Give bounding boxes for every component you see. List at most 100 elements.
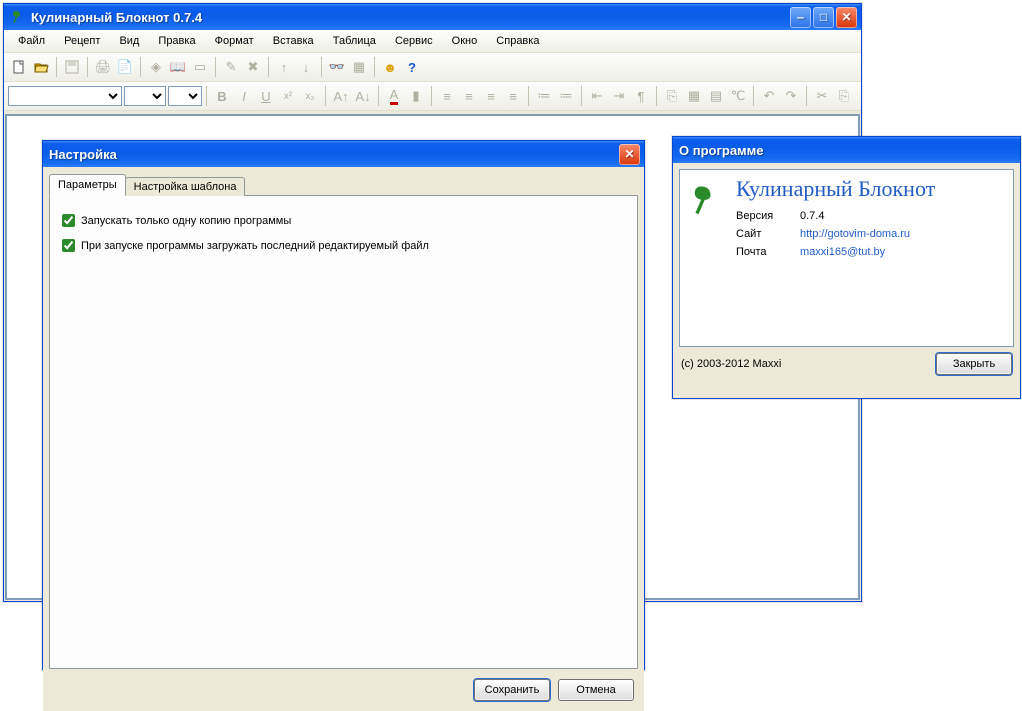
menu-format[interactable]: Формат [207, 33, 262, 49]
align-center-icon[interactable]: ≡ [458, 85, 480, 107]
menu-help[interactable]: Справка [488, 33, 547, 49]
superscript-icon[interactable]: x² [277, 85, 299, 107]
delete-icon[interactable]: ✖ [242, 56, 264, 78]
bold-icon[interactable]: B [211, 85, 233, 107]
settings-titlebar[interactable]: Настройка ✕ [43, 141, 644, 167]
opt-single-instance-label: Запускать только одну копию программы [81, 215, 291, 227]
list-bullets-icon[interactable]: ≔ [533, 85, 555, 107]
menu-recipe[interactable]: Рецепт [56, 33, 108, 49]
about-app-name: Кулинарный Блокнот [736, 176, 935, 202]
toolbar-separator [325, 86, 326, 106]
menu-view[interactable]: Вид [111, 33, 147, 49]
smiley-icon[interactable]: ☻ [379, 56, 401, 78]
new-icon[interactable] [8, 56, 30, 78]
toolbar-separator [528, 86, 529, 106]
toolbar-separator [321, 57, 322, 77]
menu-insert[interactable]: Вставка [265, 33, 322, 49]
down-icon[interactable]: ↓ [295, 56, 317, 78]
print-icon[interactable]: 🖨 [92, 56, 114, 78]
insert-grid-icon[interactable]: ▤ [705, 85, 727, 107]
page-icon[interactable]: ▭ [189, 56, 211, 78]
font-combo[interactable] [124, 86, 166, 106]
about-version-label: Версия [736, 210, 792, 222]
about-version-value: 0.7.4 [800, 210, 935, 222]
about-mail-label: Почта [736, 246, 792, 258]
settings-title: Настройка [49, 147, 619, 162]
binoculars-icon[interactable]: 👓 [326, 56, 348, 78]
calendar-icon[interactable]: ▦ [348, 56, 370, 78]
insert-link-icon[interactable]: ⎘ [661, 85, 683, 107]
toolbar-2: B I U x² x₂ A↑ A↓ A ▮ ≡ ≡ ≡ ≡ ≔ ≔ ⇤ ⇥ ¶ … [4, 82, 861, 111]
align-justify-icon[interactable]: ≡ [502, 85, 524, 107]
toolbar-separator [378, 86, 379, 106]
about-close-button[interactable]: Закрыть [936, 353, 1012, 375]
menu-file[interactable]: Файл [10, 33, 53, 49]
font-color-icon[interactable]: A [383, 85, 405, 107]
subscript-icon[interactable]: x₂ [299, 85, 321, 107]
opt-load-last-file-checkbox[interactable] [62, 239, 75, 252]
align-left-icon[interactable]: ≡ [436, 85, 458, 107]
minimize-button[interactable]: ‒ [790, 7, 811, 28]
highlight-icon[interactable]: ▮ [405, 85, 427, 107]
main-title: Кулинарный Блокнот 0.7.4 [31, 10, 790, 25]
settings-close-icon[interactable]: ✕ [619, 144, 640, 165]
toolbar-1: 🖨 📄 ◈ 📖 ▭ ✎ ✖ ↑ ↓ 👓 ▦ ☻ ? [4, 53, 861, 82]
menu-window[interactable]: Окно [444, 33, 486, 49]
toolbar-separator [140, 57, 141, 77]
toolbar-separator [268, 57, 269, 77]
opt-single-instance[interactable]: Запускать только одну копию программы [62, 214, 625, 227]
save-icon[interactable] [61, 56, 83, 78]
about-titlebar[interactable]: О программе [673, 137, 1020, 163]
main-titlebar[interactable]: Кулинарный Блокнот 0.7.4 ‒ □ ✕ [4, 4, 861, 30]
toolbar-separator [581, 86, 582, 106]
pages-icon[interactable]: 📖 [167, 56, 189, 78]
tab-template[interactable]: Настройка шаблона [125, 177, 246, 196]
edit-icon[interactable]: ✎ [220, 56, 242, 78]
indent-icon[interactable]: ⇥ [608, 85, 630, 107]
insert-temp-icon[interactable]: ℃ [727, 85, 749, 107]
menu-table[interactable]: Таблица [325, 33, 384, 49]
underline-icon[interactable]: U [255, 85, 277, 107]
toolbar-separator [374, 57, 375, 77]
cancel-button[interactable]: Отмена [558, 679, 634, 701]
font-grow-icon[interactable]: A↑ [330, 85, 352, 107]
save-button[interactable]: Сохранить [474, 679, 550, 701]
style-combo[interactable] [8, 86, 122, 106]
undo-icon[interactable]: ↶ [758, 85, 780, 107]
toolbar-separator [87, 57, 88, 77]
opt-single-instance-checkbox[interactable] [62, 214, 75, 227]
about-copyright: (c) 2003-2012 Maxxi [681, 358, 781, 370]
italic-icon[interactable]: I [233, 85, 255, 107]
settings-tabstrip: Параметры Настройка шаблона [49, 174, 638, 196]
up-icon[interactable]: ↑ [273, 56, 295, 78]
print-preview-icon[interactable]: 📄 [114, 56, 136, 78]
redo-icon[interactable]: ↷ [780, 85, 802, 107]
outdent-icon[interactable]: ⇤ [586, 85, 608, 107]
opt-load-last-file[interactable]: При запуске программы загружать последни… [62, 239, 625, 252]
toolbar-separator [56, 57, 57, 77]
help-icon[interactable]: ? [401, 56, 423, 78]
list-numbers-icon[interactable]: ≔ [555, 85, 577, 107]
menu-edit[interactable]: Правка [150, 33, 203, 49]
cut-icon[interactable]: ✂ [811, 85, 833, 107]
menubar: Файл Рецепт Вид Правка Формат Вставка Та… [4, 30, 861, 53]
toolbar-separator [806, 86, 807, 106]
menu-service[interactable]: Сервис [387, 33, 441, 49]
about-app-icon [686, 176, 726, 340]
pilcrow-icon[interactable]: ¶ [630, 85, 652, 107]
align-right-icon[interactable]: ≡ [480, 85, 502, 107]
about-site-label: Сайт [736, 228, 792, 240]
close-button[interactable]: ✕ [836, 7, 857, 28]
app-icon [10, 9, 26, 25]
open-icon[interactable] [30, 56, 52, 78]
book-icon[interactable]: ◈ [145, 56, 167, 78]
copy-icon[interactable]: ⎘ [833, 85, 855, 107]
tab-parameters[interactable]: Параметры [49, 174, 126, 196]
maximize-button[interactable]: □ [813, 7, 834, 28]
about-site-link[interactable]: http://gotovim-doma.ru [800, 228, 935, 240]
about-mail-link[interactable]: maxxi165@tut.by [800, 246, 935, 258]
opt-load-last-file-label: При запуске программы загружать последни… [81, 240, 429, 252]
size-combo[interactable] [168, 86, 202, 106]
insert-table-icon[interactable]: ▦ [683, 85, 705, 107]
font-shrink-icon[interactable]: A↓ [352, 85, 374, 107]
